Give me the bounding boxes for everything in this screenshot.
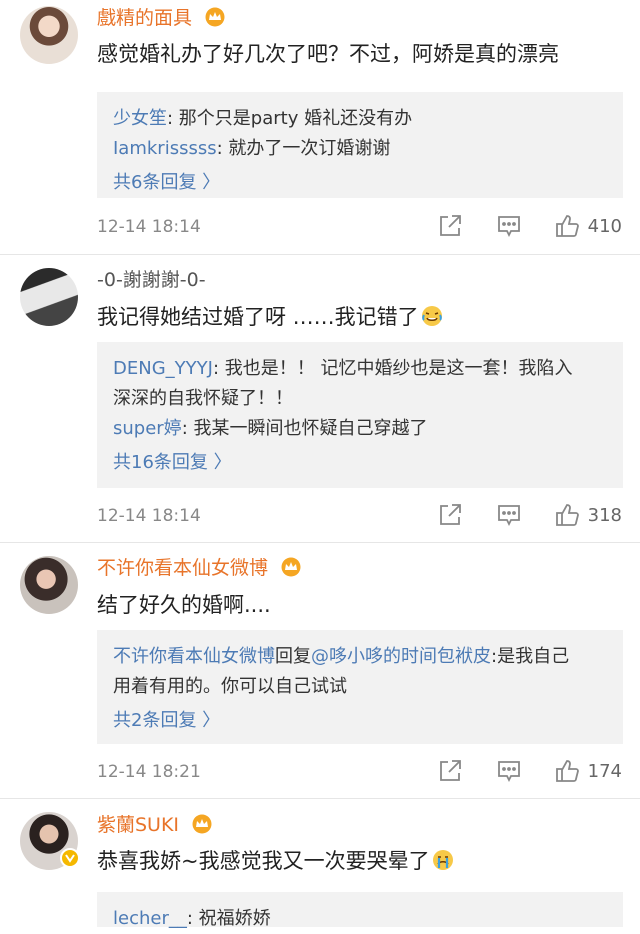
comment-text-body: 恭喜我娇~我感觉我又一次要哭晕了	[97, 849, 430, 873]
username-text[interactable]: 不许你看本仙女微博	[97, 557, 268, 579]
comment-footer: 12-14 18:21 174	[97, 758, 622, 786]
reply-author[interactable]: 不许你看本仙女微博	[113, 646, 275, 667]
reply-author[interactable]: super婷	[113, 418, 182, 439]
like-icon[interactable]	[554, 758, 582, 786]
share-icon[interactable]	[437, 502, 465, 530]
reply-item[interactable]: super婷: 我某一瞬间也怀疑自己穿越了	[113, 414, 607, 444]
comment-text: 感觉婚礼办了好几次了吧？不过，阿娇是真的漂亮	[97, 42, 559, 66]
username[interactable]: 不许你看本仙女微博	[97, 556, 302, 583]
crown-icon	[280, 557, 302, 583]
reply-box[interactable]: lecher__: 祝福娇娇	[97, 892, 623, 929]
username-text[interactable]: -0-謝謝謝-0-	[97, 269, 206, 291]
like-count: 174	[587, 761, 622, 782]
mention-link[interactable]: @哆小哆的时间包袱皮	[311, 646, 491, 667]
divider	[0, 798, 640, 799]
comment-icon[interactable]	[496, 502, 524, 530]
reply-box[interactable]: DENG_YYYJ: 我也是！！ 记忆中婚纱也是这一套！我陷入 深深的自我怀疑了…	[97, 342, 623, 488]
reply-box[interactable]: 少女笙: 那个只是party 婚礼还没有办 Iamkrisssss: 就办了一次…	[97, 92, 623, 198]
reply-item[interactable]: Iamkrisssss: 就办了一次订婚谢谢	[113, 134, 607, 164]
divider	[0, 254, 640, 255]
crown-icon	[191, 814, 213, 840]
reply-text: :是我自己	[491, 646, 570, 667]
reply-item-continued: 深深的自我怀疑了！！	[113, 384, 607, 414]
timestamp: 12-14 18:14	[97, 506, 201, 526]
reply-text: 用着有用的。你可以自己试试	[113, 676, 347, 697]
reply-text: : 祝福娇娇	[186, 908, 271, 929]
reply-text: : 我也是！！ 记忆中婚纱也是这一套！我陷入	[212, 358, 573, 379]
like-count: 318	[587, 505, 622, 526]
divider	[0, 542, 640, 543]
avatar[interactable]	[20, 6, 78, 64]
comment-footer: 12-14 18:14 318	[97, 502, 622, 530]
reply-item[interactable]: DENG_YYYJ: 我也是！！ 记忆中婚纱也是这一套！我陷入	[113, 354, 607, 384]
timestamp: 12-14 18:14	[97, 217, 201, 237]
reply-text: 回复	[275, 646, 311, 667]
avatar[interactable]	[20, 268, 78, 326]
reply-box[interactable]: 不许你看本仙女微博回复@哆小哆的时间包袱皮:是我自己 用着有用的。你可以自己试试…	[97, 630, 623, 744]
reply-text: : 我某一瞬间也怀疑自己穿越了	[181, 418, 428, 439]
reply-item[interactable]: lecher__: 祝福娇娇	[113, 904, 607, 934]
username[interactable]: 紫蘭SUKI	[97, 813, 213, 840]
comment-text: 我记得她结过婚了呀 ……我记错了	[97, 302, 622, 335]
crying-emoji-icon	[432, 849, 454, 879]
reply-author[interactable]: Iamkrisssss	[113, 138, 217, 159]
comment-text: 恭喜我娇~我感觉我又一次要哭晕了	[97, 846, 622, 879]
reply-author[interactable]: 少女笙	[113, 108, 167, 129]
timestamp: 12-14 18:21	[97, 762, 201, 782]
reply-text: 深深的自我怀疑了！！	[113, 388, 293, 409]
avatar[interactable]	[20, 812, 80, 872]
username-text[interactable]: 紫蘭SUKI	[97, 814, 179, 836]
comment-icon[interactable]	[496, 758, 524, 786]
reply-item[interactable]: 不许你看本仙女微博回复@哆小哆的时间包袱皮:是我自己	[113, 642, 607, 672]
verified-badge-icon	[60, 848, 80, 872]
comment-text-body: 我记得她结过婚了呀 ……我记错了	[97, 305, 419, 329]
share-icon[interactable]	[437, 213, 465, 241]
username[interactable]: -0-謝謝謝-0-	[97, 268, 206, 292]
reply-author[interactable]: lecher__	[113, 908, 187, 929]
reply-author[interactable]: DENG_YYYJ	[113, 358, 213, 379]
more-replies-link[interactable]: 共6条回复 〉	[113, 168, 607, 198]
crown-icon	[204, 7, 226, 33]
share-icon[interactable]	[437, 758, 465, 786]
reply-item[interactable]: 少女笙: 那个只是party 婚礼还没有办	[113, 104, 607, 134]
crying-laughing-emoji-icon	[421, 305, 443, 335]
comment-text: 结了好久的婚啊....	[97, 593, 271, 617]
like-count: 410	[587, 216, 622, 237]
more-replies-link[interactable]: 共16条回复 〉	[113, 448, 607, 478]
comment-footer: 12-14 18:14 410	[97, 213, 622, 241]
more-replies-link[interactable]: 共2条回复 〉	[113, 706, 607, 736]
like-icon[interactable]	[554, 213, 582, 241]
avatar[interactable]	[20, 556, 78, 614]
comment-icon[interactable]	[496, 213, 524, 241]
reply-item-continued: 用着有用的。你可以自己试试	[113, 672, 607, 702]
username[interactable]: 戲精的面具	[97, 6, 226, 33]
reply-text: : 就办了一次订婚谢谢	[216, 138, 391, 159]
reply-text: : 那个只是party 婚礼还没有办	[167, 108, 413, 129]
username-text[interactable]: 戲精的面具	[97, 7, 192, 29]
like-icon[interactable]	[554, 502, 582, 530]
